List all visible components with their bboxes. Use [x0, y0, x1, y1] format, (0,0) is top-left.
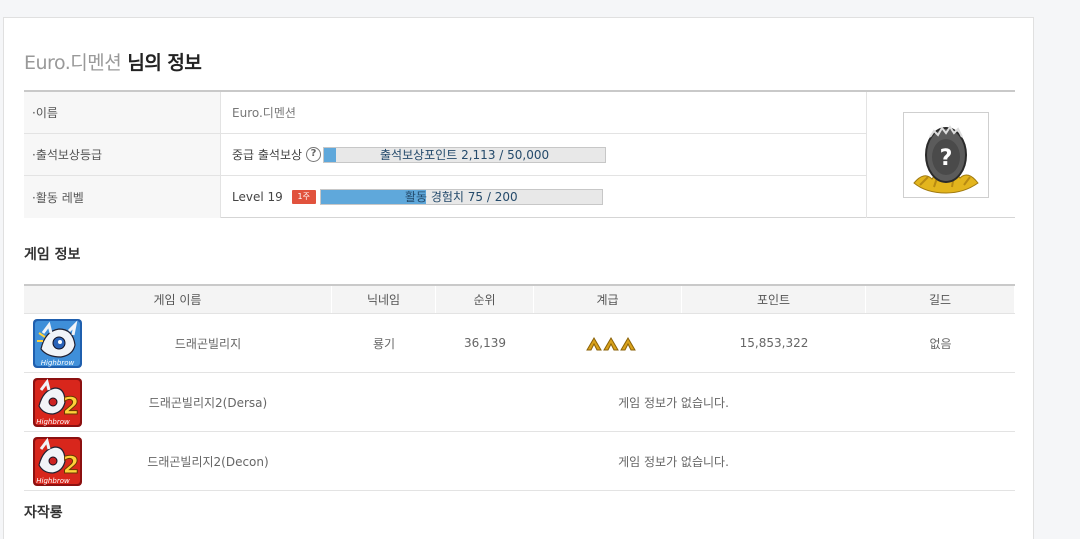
name-value: Euro.디멘션	[232, 106, 296, 120]
game-info-table: 게임 이름 닉네임 순위 계급 포인트 길드 Highbrow 드래곤빌리지 룡…	[24, 284, 1015, 491]
col-game-name: 게임 이름	[24, 286, 332, 313]
attendance-label: ·출석보상등급	[24, 134, 221, 175]
table-row[interactable]: Highbrow 드래곤빌리지 룡기 36,139 15,853,322 없음	[24, 314, 1015, 373]
title-suffix: 님의 정보	[121, 52, 202, 74]
dragon-village-2-icon[interactable]: 2 Highbrow	[33, 437, 82, 486]
table-row[interactable]: 2 Highbrow 드래곤빌리지2(Dersa) 게임 정보가 없습니다.	[24, 373, 1015, 432]
table-row[interactable]: 2 Highbrow 드래곤빌리지2(Decon) 게임 정보가 없습니다.	[24, 432, 1015, 491]
level-text: Level 19	[232, 190, 283, 204]
attendance-value: 중급 출석보상 ? 출석보상포인트 2,113 / 50,000	[232, 134, 607, 175]
user-info-table: ·이름 Euro.디멘션 ·출석보상등급 중급 출석보상 ? 출석보상포인트 2…	[24, 90, 1015, 218]
col-grade: 계급	[534, 286, 682, 313]
highbrow-label: Highbrow	[36, 418, 70, 426]
svg-text:?: ?	[940, 146, 953, 171]
avatar-cell: ?	[866, 92, 1015, 218]
game-info-heading: 게임 정보	[24, 247, 81, 263]
version-badge: 2	[63, 392, 80, 420]
game-name[interactable]: 드래곤빌리지	[84, 314, 332, 372]
game-rank: 36,139	[464, 336, 506, 350]
game-name[interactable]: 드래곤빌리지2(Decon)	[84, 432, 332, 490]
info-row-attendance: ·출석보상등급 중급 출석보상 ? 출석보상포인트 2,113 / 50,000	[24, 134, 866, 176]
col-rank: 순위	[436, 286, 534, 313]
level-badge: 1주	[291, 190, 316, 204]
version-badge: 2	[63, 451, 80, 479]
attendance-progress-text: 출석보상포인트 2,113 / 50,000	[380, 147, 550, 162]
title-nickname: Euro.디멘션	[24, 52, 122, 74]
activity-value: Level 19 1주 활동 경험치 75 / 200	[232, 176, 603, 218]
info-row-name: ·이름 Euro.디멘션	[24, 92, 866, 134]
triple-chevron-rank-icon	[586, 334, 636, 352]
no-game-info-message: 게임 정보가 없습니다.	[618, 454, 729, 469]
col-nickname: 닉네임	[332, 286, 436, 313]
profile-panel: Euro.디멘션 님의 정보 ·이름 Euro.디멘션 ·출석보상등급 중급 출…	[3, 17, 1034, 539]
game-name[interactable]: 드래곤빌리지2(Dersa)	[84, 373, 332, 431]
attendance-progress-bar: 출석보상포인트 2,113 / 50,000	[323, 146, 607, 163]
activity-progress-bar: 활동 경험치 75 / 200	[319, 189, 603, 205]
help-icon[interactable]: ?	[306, 147, 322, 162]
game-table-header: 게임 이름 닉네임 순위 계급 포인트 길드	[24, 286, 1015, 314]
highbrow-label: Highbrow	[36, 477, 70, 485]
game-grade	[534, 314, 682, 372]
attendance-grade: 중급 출석보상	[232, 148, 303, 162]
dragon-village-2-icon[interactable]: 2 Highbrow	[33, 378, 82, 427]
dragon-village-icon[interactable]: Highbrow	[33, 319, 82, 368]
info-row-activity: ·활동 레벨 Level 19 1주 활동 경험치 75 / 200	[24, 176, 866, 218]
name-label: ·이름	[24, 92, 221, 133]
col-guild: 길드	[866, 286, 1015, 313]
no-game-info-message: 게임 정보가 없습니다.	[618, 395, 729, 410]
game-nickname: 룡기	[372, 336, 396, 351]
game-points: 15,853,322	[739, 336, 809, 350]
activity-label: ·활동 레벨	[24, 176, 221, 218]
page-title: Euro.디멘션 님의 정보	[24, 48, 202, 75]
game-guild: 없음	[929, 336, 952, 351]
col-points: 포인트	[682, 286, 866, 313]
mystery-egg-icon[interactable]: ?	[903, 112, 989, 198]
activity-progress-text: 활동 경험치 75 / 200	[404, 190, 518, 204]
highbrow-label: Highbrow	[41, 359, 75, 367]
craft-dragon-heading: 자작룡	[24, 505, 63, 521]
